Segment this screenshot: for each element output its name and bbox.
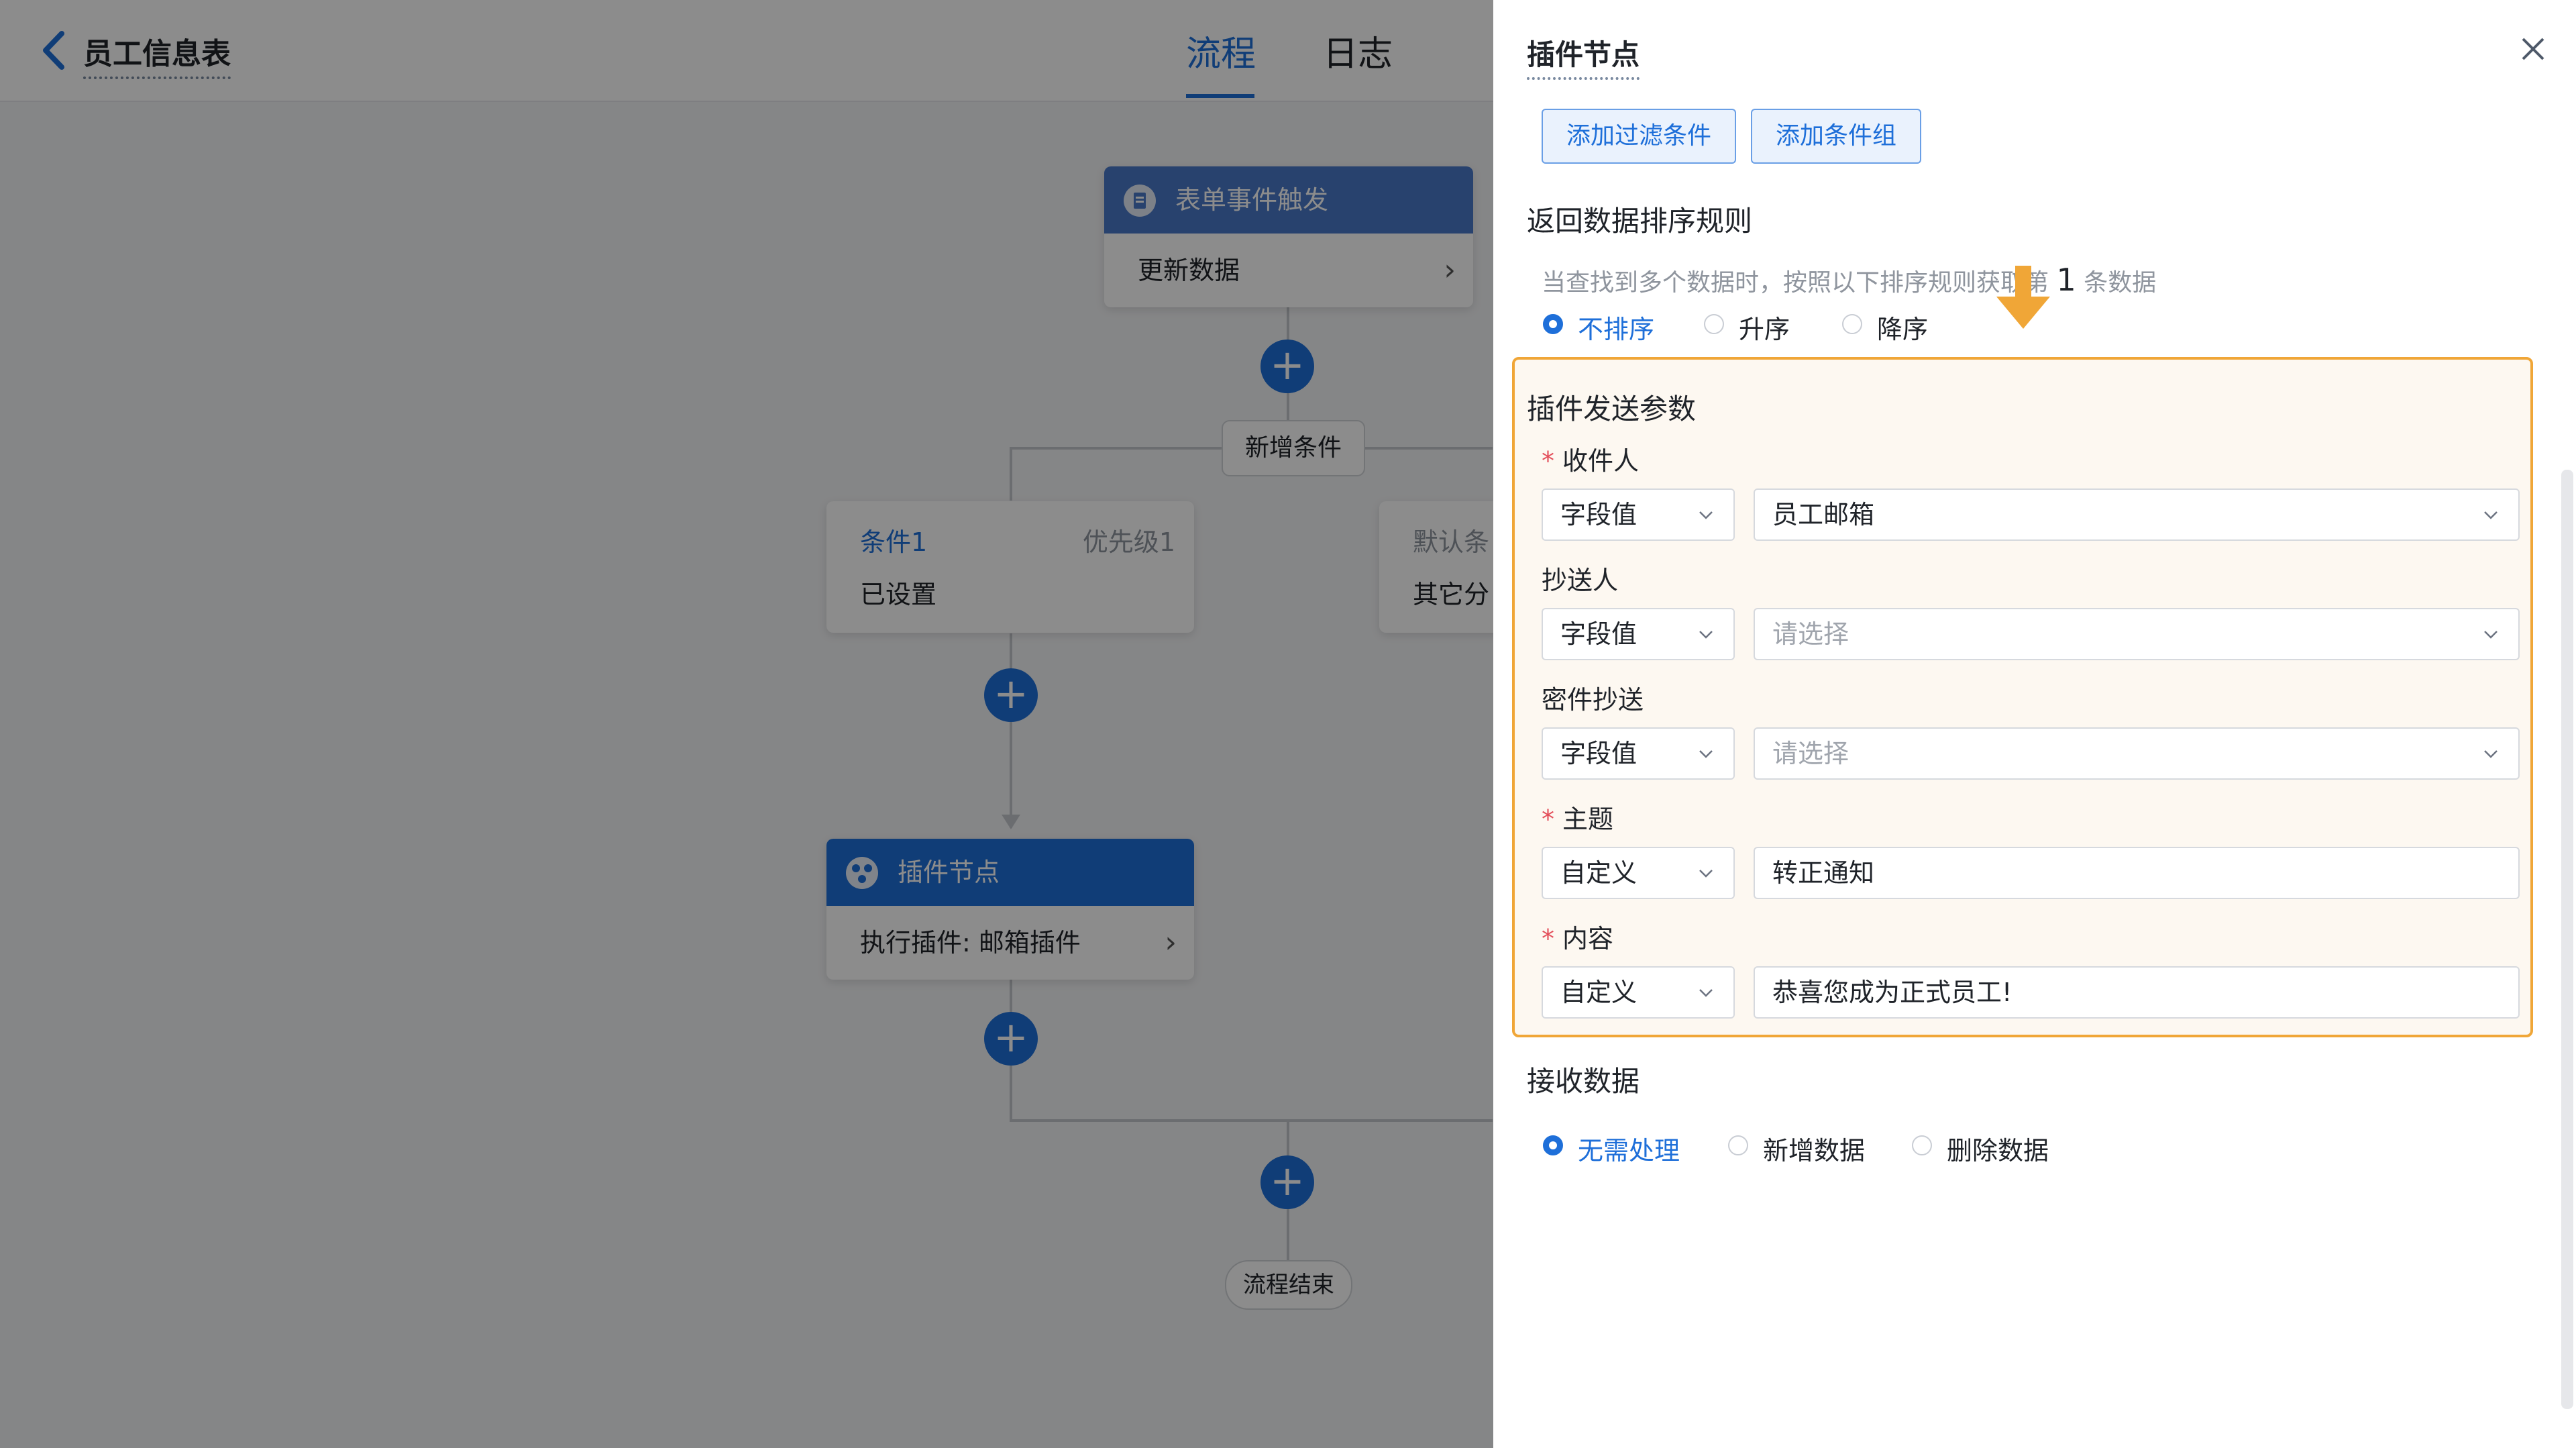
field-value-select[interactable]: 员工邮箱 [1754,488,2520,541]
radio-label: 降序 [1877,315,1929,344]
value-type-text: 字段值 [1560,739,1638,768]
modal-overlay[interactable] [0,0,1493,1448]
value-type-select[interactable]: 字段值 [1542,488,1735,541]
field-value-text: 请选择 [1772,619,1849,649]
plugin-params-box: 插件发送参数 * 收件人 字段值 员工邮箱 抄送人 字段值 请选择 密件抄送 字段值 请选择 * 主题… [1512,357,2533,1037]
radio-label: 不排序 [1578,315,1655,344]
value-type-select[interactable]: 自定义 [1542,966,1735,1019]
chevron-down-icon [1699,750,1713,758]
chevron-down-icon [1699,511,1713,519]
sort-hint-suffix: 条数据 [2084,269,2157,297]
value-type-select[interactable]: 字段值 [1542,727,1735,780]
radio-selected-icon [1543,1135,1563,1155]
sort-rule-title: 返回数据排序规则 [1527,205,1753,238]
field-value-select[interactable]: 请选择 [1754,608,2520,660]
field-value-text: 请选择 [1772,739,1849,768]
sort-hint-count: 1 [2056,262,2076,298]
field-label: 密件抄送 [1542,679,1644,716]
chevron-down-icon [2484,511,2498,519]
field-label-text: 抄送人 [1542,566,1619,595]
radio-label: 删除数据 [1947,1136,2049,1166]
arrow-down-icon [1996,266,2050,329]
add-filter-button[interactable]: 添加过滤条件 [1542,109,1736,164]
field-value-text: 转正通知 [1772,858,1875,888]
radio-empty-icon [1728,1135,1748,1155]
add-condition-group-button[interactable]: 添加条件组 [1751,109,1921,164]
value-type-text: 字段值 [1560,619,1638,649]
field-label-text: 主题 [1562,805,1614,834]
field-value-text: 员工邮箱 [1772,500,1875,529]
chevron-down-icon [2484,631,2498,639]
radio-empty-icon [1842,314,1862,334]
radio-empty-icon [1912,1135,1932,1155]
field-value-text: 恭喜您成为正式员工! [1772,978,2012,1007]
receive-data-title: 接收数据 [1527,1065,1640,1098]
radio-label: 无需处理 [1578,1136,1680,1166]
field-value-input[interactable]: 恭喜您成为正式员工! [1754,966,2520,1019]
value-type-select[interactable]: 自定义 [1542,847,1735,899]
radio-empty-icon [1704,314,1724,334]
value-type-text: 自定义 [1560,858,1638,888]
chevron-down-icon [1699,989,1713,997]
required-mark: * [1542,805,1554,834]
drawer-title: 插件节点 [1527,32,1640,80]
field-label-text: 内容 [1562,924,1614,953]
field-label: * 主题 [1542,798,1613,835]
radio-selected-icon [1543,314,1563,334]
required-mark: * [1542,446,1554,476]
plugin-params-title: 插件发送参数 [1527,393,1697,425]
radio-label: 新增数据 [1763,1136,1866,1166]
chevron-down-icon [1699,631,1713,639]
sort-hint-prefix: 当查找到多个数据时，按照以下排序规则获取第 [1542,269,2049,297]
value-type-text: 自定义 [1560,978,1638,1007]
field-value-input[interactable]: 转正通知 [1754,847,2520,899]
field-label: * 收件人 [1542,440,1639,477]
chevron-down-icon [1699,870,1713,878]
value-type-select[interactable]: 字段值 [1542,608,1735,660]
value-type-text: 字段值 [1560,500,1638,529]
scrollbar[interactable] [2561,470,2573,1409]
chevron-down-icon [2484,750,2498,758]
sort-hint: 当查找到多个数据时，按照以下排序规则获取第 1 条数据 [1542,262,2156,298]
required-mark: * [1542,924,1554,953]
close-icon[interactable] [2516,32,2550,66]
radio-label: 升序 [1739,315,1790,344]
field-label: * 内容 [1542,918,1613,955]
field-label-text: 密件抄送 [1542,685,1644,715]
field-value-select[interactable]: 请选择 [1754,727,2520,780]
field-label-text: 收件人 [1562,446,1640,476]
field-label: 抄送人 [1542,560,1618,597]
